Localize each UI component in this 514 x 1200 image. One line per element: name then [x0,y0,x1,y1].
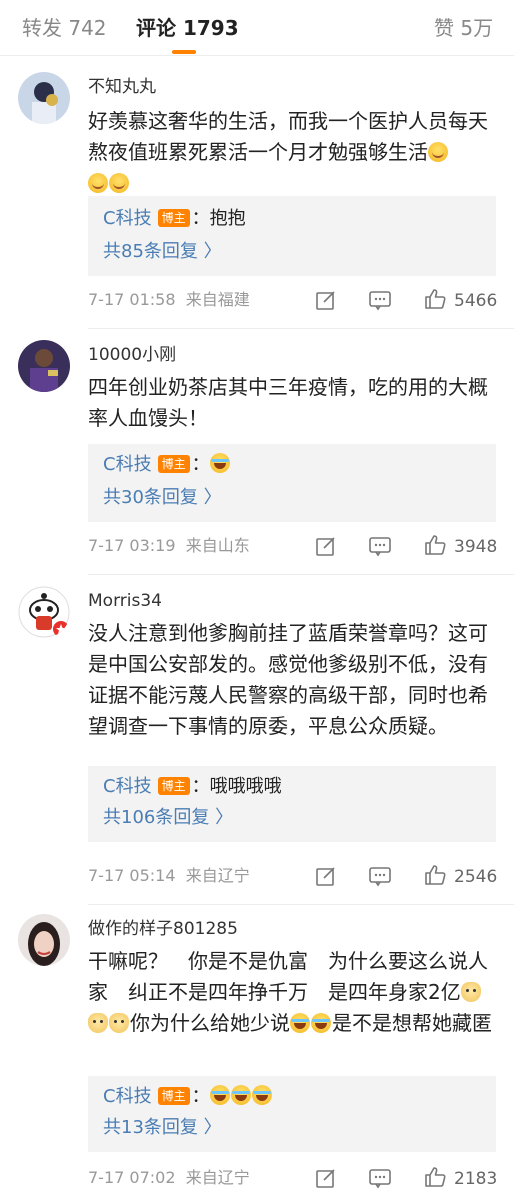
laughing-crying-face-icon [290,1013,310,1033]
comment-divider [88,574,514,575]
reply-line: C科技 博主： [103,452,231,478]
comment-text: 四年创业奶茶店其中三年疫情，吃的用的大概率人血馒头！ [88,375,488,430]
reply-count-link[interactable]: 共85条回复 〉 [103,240,222,264]
reply-text: ： [191,1086,210,1107]
comment-text-content: 你为什么给她少说 [130,1011,290,1035]
comment-time: 7-17 01:58 [88,290,176,309]
reply-line: C科技 博主： [103,1084,273,1110]
thumbs-up-icon[interactable] [423,287,447,311]
comment-location: 来自辽宁 [185,866,250,885]
thumbs-up-icon[interactable] [423,1165,447,1189]
comment-text: 干嘛呢？ 你是不是仇富 为什么要这么说人家 纠正不是四年挣千万 是四年身家2亿你… [88,946,500,1039]
reply-text: ： [191,454,210,475]
tab-reposts[interactable]: 转发 742 [22,14,107,42]
comment-time: 7-17 07:02 [88,1168,176,1187]
loudly-crying-face-icon [88,173,108,193]
reply-preview[interactable]: C科技 博主 ：抱抱 共85条回复 〉 [88,196,496,276]
laughing-crying-face-icon [230,1085,251,1105]
comment-text: 没人注意到他爹胸前挂了蓝盾荣誉章吗？这可是中国公安部发的。感觉他爹级别不低，没有… [88,621,488,738]
reply-line: C科技 博主 ：抱抱 [103,206,246,232]
laughing-crying-face-icon [311,1013,331,1033]
comment-meta: 7-17 05:14 来自辽宁 [88,866,250,886]
laughing-crying-face-icon [209,453,230,473]
comment-text-content: 是不是想帮她藏匿 [332,1011,492,1035]
reply-text: ：哦哦哦哦 [191,776,282,797]
comment-username[interactable]: 做作的样子801285 [88,918,238,940]
share-edit-icon[interactable] [314,288,338,312]
comment-time: 7-17 05:14 [88,866,176,885]
share-edit-icon[interactable] [314,534,338,558]
share-edit-icon[interactable] [314,864,338,888]
tab-comments[interactable]: 评论 1793 [136,14,239,42]
dog-face-icon [109,1013,129,1033]
author-badge: 博主 [157,455,190,473]
reply-author[interactable]: C科技 [103,208,152,229]
dog-face-icon [88,1013,108,1033]
reply-preview[interactable]: C科技 博主： 共30条回复 〉 [88,444,496,522]
reply-text: ：抱抱 [191,208,246,229]
reply-preview[interactable]: C科技 博主 ：哦哦哦哦 共106条回复 〉 [88,766,496,842]
author-badge: 博主 [157,209,190,227]
reply-count-link[interactable]: 共30条回复 〉 [103,486,222,510]
comment-username[interactable]: Morris34 [88,590,162,612]
tab-likes[interactable]: 赞 5万 [434,14,493,42]
avatar[interactable] [18,340,70,392]
comment-meta: 7-17 03:19 来自山东 [88,536,250,556]
dog-face-icon [460,982,481,1002]
laughing-crying-face-icon [251,1085,272,1105]
comment-tabs: 转发 742 评论 1793 赞 5万 [0,0,514,56]
comment-bubble-icon[interactable] [368,864,392,888]
author-badge: 博主 [157,1087,190,1105]
comment-divider [88,904,514,905]
comment-divider [88,328,514,329]
reply-author[interactable]: C科技 [103,454,152,475]
comment-text: 好羡慕这奢华的生活，而我一个医护人员每天熬夜值班累死累活一个月才勉强够生活 [88,106,500,199]
comment-bubble-icon[interactable] [368,534,392,558]
like-count: 2183 [454,1169,498,1189]
comment-username[interactable]: 10000小刚 [88,344,176,366]
like-count: 3948 [454,537,498,557]
like-count: 2546 [454,867,498,887]
active-tab-indicator [172,50,196,54]
like-count: 5466 [454,291,498,311]
share-edit-icon[interactable] [314,1166,338,1190]
reply-count-link[interactable]: 共106条回复 〉 [103,806,233,830]
reply-preview[interactable]: C科技 博主： 共13条回复 〉 [88,1076,496,1152]
thumbs-up-icon[interactable] [423,533,447,557]
comment-text-content: 干嘛呢？ 你是不是仇富 为什么要这么说人家 纠正不是四年挣千万 是四年身家2亿 [88,949,488,1004]
reply-count-link[interactable]: 共13条回复 〉 [103,1116,222,1140]
comment-location: 来自辽宁 [185,1168,250,1187]
avatar[interactable] [18,72,70,124]
avatar[interactable] [18,914,70,966]
reply-line: C科技 博主 ：哦哦哦哦 [103,774,282,800]
avatar[interactable] [18,586,70,638]
comment-bubble-icon[interactable] [368,1166,392,1190]
author-badge: 博主 [157,777,190,795]
reply-author[interactable]: C科技 [103,776,152,797]
reply-author[interactable]: C科技 [103,1086,152,1107]
comment-location: 来自山东 [185,536,250,555]
loudly-crying-face-icon [428,142,448,162]
thumbs-up-icon[interactable] [423,863,447,887]
comment-time: 7-17 03:19 [88,536,176,555]
comment-location: 来自福建 [185,290,250,309]
comment-meta: 7-17 07:02 来自辽宁 [88,1168,250,1188]
comment-meta: 7-17 01:58 来自福建 [88,290,250,310]
loudly-crying-face-icon [109,173,129,193]
comment-bubble-icon[interactable] [368,288,392,312]
comment-username[interactable]: 不知丸丸 [88,76,156,98]
laughing-crying-face-icon [209,1085,230,1105]
